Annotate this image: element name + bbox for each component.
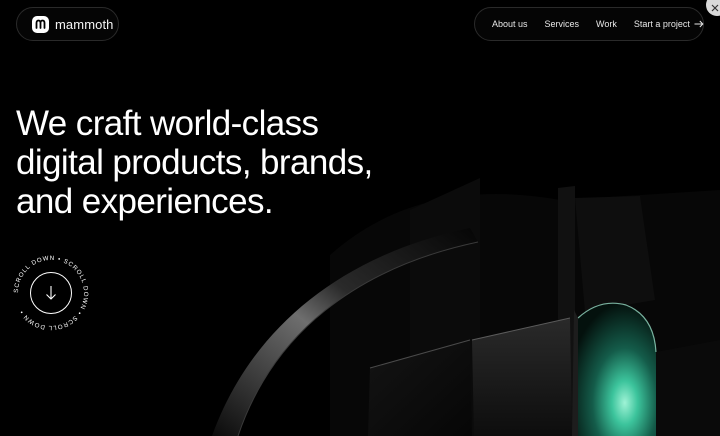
- arrow-down-icon: [46, 286, 56, 300]
- nav-link-about[interactable]: About us: [492, 19, 528, 29]
- scroll-circle: [30, 272, 72, 314]
- page: mammoth About us Services Work Start a p…: [0, 0, 720, 436]
- hero-line-3: and experiences.: [16, 182, 274, 221]
- mammoth-logo-icon: [32, 15, 49, 33]
- start-project-link[interactable]: Start a project: [634, 19, 704, 29]
- hero-line-1: We craft world-class: [16, 104, 319, 143]
- scroll-down-button[interactable]: SCROLL DOWN • SCROLL DOWN • SCROLL DOWN …: [12, 254, 90, 332]
- nav-link-work[interactable]: Work: [596, 19, 617, 29]
- hero-heading: We craft world-class digital products, b…: [16, 104, 436, 221]
- arrow-right-icon: [694, 20, 704, 28]
- brand-name: mammoth: [55, 16, 114, 32]
- start-project-label: Start a project: [633, 19, 690, 29]
- nav-link-services[interactable]: Services: [545, 19, 580, 29]
- logo-home-link[interactable]: mammoth: [16, 7, 119, 41]
- hero-line-2: digital products, brands,: [16, 143, 373, 182]
- main-nav: About us Services Work Start a project: [474, 7, 704, 41]
